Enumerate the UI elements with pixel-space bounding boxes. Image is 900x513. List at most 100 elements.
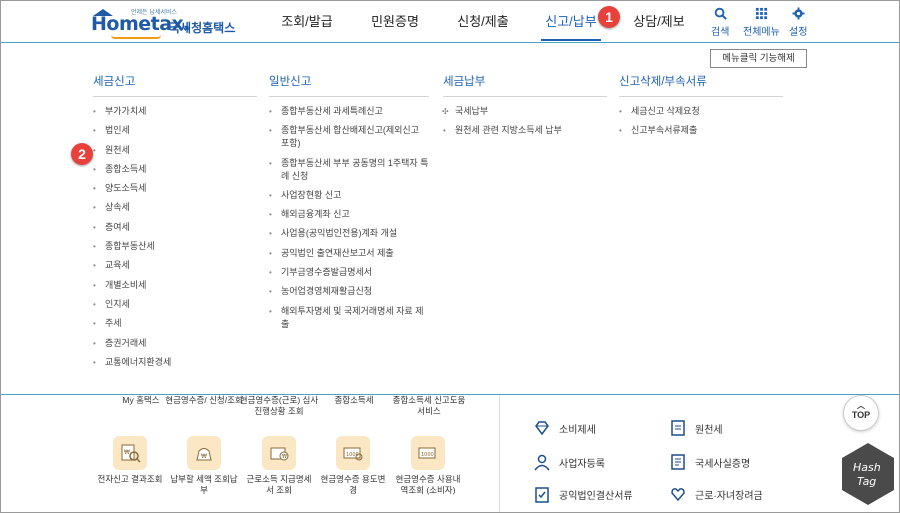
withholding-statement-link[interactable]: ₩ 근로소득 지급명세서 조회 — [244, 436, 314, 496]
menu-item-comprehensive-real-estate-tax[interactable]: 종합부동산세 — [93, 240, 257, 253]
e-filing-result-link[interactable]: ₩ 전자신고 결과조회 — [95, 436, 165, 485]
menu-column-title: 세금신고 — [93, 73, 257, 97]
service-tax-fact-certificate[interactable]: 국세사실증명 — [669, 453, 750, 471]
service-withholding-tax-label: 원천세 — [695, 424, 723, 436]
search-button[interactable]: 검색 — [711, 7, 729, 38]
diamond-icon — [535, 421, 549, 436]
tax-payment-label: 납부할 세액 조회납부 — [170, 474, 238, 495]
service-excise-tax[interactable]: 소비제세 — [533, 419, 596, 437]
menu-column-tax-payment: 세금납부 국세납부 원천세 관련 지방소득세 납부 — [442, 73, 607, 144]
menu-item-capital-gains-tax[interactable]: 양도소득세 — [93, 182, 257, 195]
menu-item-corporate-tax[interactable]: 법인세 — [93, 124, 257, 137]
svg-text:₩: ₩ — [282, 454, 287, 460]
menu-item-inheritance-tax[interactable]: 상속세 — [93, 201, 257, 214]
search-icon — [714, 7, 727, 20]
menu-item-joint-ownership-application[interactable]: 종합부동산세 부부 공동명의 1주택자 특례 신청 — [269, 157, 429, 183]
menu-item-transport-energy-env-tax[interactable]: 교통에너지환경세 — [93, 356, 257, 369]
menu-item-overseas-account-report[interactable]: 해외금융계좌 신고 — [269, 208, 429, 221]
receipt-search-icon: ₩ — [113, 436, 147, 470]
section-divider — [499, 395, 500, 512]
heart-hand-icon — [671, 488, 685, 502]
menu-item-business-account-opening[interactable]: 사업용(공익법인전용)계좌 개설 — [269, 227, 429, 240]
money-bag-icon: ₩ — [187, 436, 221, 470]
menu-item-national-tax-payment[interactable]: 국세납부 — [442, 105, 607, 118]
gnb-item-application[interactable]: 신청/제출 — [439, 1, 527, 43]
menu-item-donation-receipt-statement[interactable]: 기부금영수증발급명세서 — [269, 266, 429, 279]
svg-text:₩: ₩ — [201, 453, 207, 460]
cash-receipt-cut-link[interactable]: 현금영수증/ 신청/조회 — [164, 395, 244, 406]
receipt-usage-change-label: 현금영수증 용도변경 — [320, 474, 386, 495]
receipt-usage-change-link[interactable]: 1000 현금영수증 용도변경 — [318, 436, 388, 496]
review-status-cut-label: 현금영수증(근로) 심사진행상황 조회 — [239, 395, 319, 416]
menu-column-filing-delete-docs: 신고삭제/부속서류 세금신고 삭제요청 신고부속서류제출 — [619, 73, 783, 144]
main-page-background: My 홈택스 현금영수증/ 신청/조회 현금영수증(근로) 심사진행상황 조회 … — [1, 395, 899, 512]
gear-icon — [792, 7, 805, 20]
menu-item-real-estate-exclusion-filing[interactable]: 종합부동산세 합산배제신고(제외신고 포함) — [269, 124, 429, 150]
service-withholding-tax[interactable]: 원천세 — [669, 419, 723, 437]
scroll-top-button[interactable]: ︿ TOP — [843, 395, 879, 431]
menu-item-education-tax[interactable]: 교육세 — [93, 259, 257, 272]
menu-item-farm-fishery-application[interactable]: 농어업경영체재활급신청 — [269, 285, 429, 298]
receipt-history-link[interactable]: 1000 현금영수증 사용내역조회 (소비자) — [393, 436, 463, 496]
menu-item-local-income-tax-payment[interactable]: 원천세 관련 지방소득세 납부 — [443, 124, 607, 137]
gnb-item-consultation[interactable]: 상담/제보 — [615, 1, 703, 43]
filing-help-cut-link[interactable]: 종합소득세 신고도움 서비스 — [389, 395, 469, 417]
menu-column-title: 신고삭제/부속서류 — [619, 73, 783, 97]
review-status-cut-link[interactable]: 현금영수증(근로) 심사진행상황 조회 — [239, 395, 319, 417]
site-header: 언제든 납세서비스 Hometax. 국세청홈택스 조회/발급 민원증명 신청/… — [1, 1, 899, 43]
menu-item-comprehensive-income-tax[interactable]: 종합소득세 — [93, 163, 257, 176]
step-marker-1: 1 — [598, 6, 620, 28]
hashtag-bottom-text: Tag — [857, 475, 876, 488]
menu-item-individual-consumption-tax[interactable]: 개별소비세 — [93, 279, 257, 292]
gnb-item-inquiry[interactable]: 조회/발급 — [263, 1, 351, 43]
menu-item-withholding-tax[interactable]: 원천세 — [93, 144, 257, 157]
certificate-icon — [671, 454, 685, 470]
hometax-logo[interactable]: 언제든 납세서비스 Hometax. 국세청홈택스 — [91, 7, 235, 39]
menu-column-general-filing: 일반신고 종합부동산세 과세특례신고 종합부동산세 합산배제신고(제외신고 포함… — [269, 73, 429, 337]
menu-item-contribution-property-report[interactable]: 공익법인 출연재산보고서 제출 — [269, 247, 429, 260]
scroll-top-label: TOP — [851, 410, 871, 420]
banknote-search-icon: 1000 — [411, 436, 445, 470]
step-marker-2: 2 — [71, 143, 93, 165]
service-earned-income-credit[interactable]: 근로·자녀장려금 — [669, 485, 763, 503]
menu-item-overseas-investment-submission[interactable]: 해외투자명세 및 국제거래명세 자료 제출 — [269, 305, 429, 331]
service-business-registration[interactable]: 사업자등록 — [533, 453, 605, 471]
hashtag-watermark-logo: Hash Tag — [842, 443, 894, 505]
all-menu-button[interactable]: 전체메뉴 — [743, 7, 780, 38]
svg-text:₩: ₩ — [124, 449, 130, 456]
menu-item-supporting-docs-submission[interactable]: 신고부속서류제출 — [619, 124, 783, 137]
menu-item-business-status-report[interactable]: 사업장현황 신고 — [269, 189, 429, 202]
menu-item-filing-delete-request[interactable]: 세금신고 삭제요청 — [619, 105, 783, 118]
all-menu-label: 전체메뉴 — [743, 27, 780, 38]
person-icon — [534, 454, 550, 471]
chevron-up-icon: ︿ — [857, 401, 865, 410]
menu-item-securities-transaction-tax[interactable]: 증권거래세 — [93, 337, 257, 350]
service-business-registration-label: 사업자등록 — [559, 458, 605, 470]
service-nonprofit-settlement-label: 공익법인결산서류 — [559, 490, 633, 502]
menu-item-gift-tax[interactable]: 증여세 — [93, 221, 257, 234]
gnb-item-certificates[interactable]: 민원증명 — [351, 1, 439, 43]
grid-icon — [755, 7, 767, 20]
cash-receipt-cut-label: 현금영수증/ 신청/조회 — [165, 395, 243, 405]
wallet-icon: ₩ — [262, 436, 296, 470]
menu-column-tax-filing: 세금신고 부가가치세 법인세 원천세 종합소득세 양도소득세 상속세 증여세 종… — [93, 73, 257, 375]
menu-column-title: 일반신고 — [269, 73, 429, 97]
service-earned-income-credit-label: 근로·자녀장려금 — [695, 490, 763, 502]
global-navigation: 조회/발급 민원증명 신청/제출 신고/납부 상담/제보 — [263, 1, 703, 43]
e-filing-result-label: 전자신고 결과조회 — [97, 474, 163, 484]
income-tax-cut-link[interactable]: 종합소득세 — [314, 395, 394, 406]
logo-korean: 국세청홈택스 — [169, 21, 236, 35]
menu-item-vat[interactable]: 부가가치세 — [93, 105, 257, 118]
clipboard-check-icon — [535, 487, 549, 503]
menu-click-disable-button[interactable]: 메뉴클릭 기능해제 — [710, 49, 807, 68]
hashtag-top-text: Hash — [853, 461, 881, 474]
logo-swoosh-icon — [111, 35, 161, 39]
menu-item-real-estate-special-filing[interactable]: 종합부동산세 과세특례신고 — [269, 105, 429, 118]
tax-payment-link[interactable]: ₩ 납부할 세액 조회납부 — [169, 436, 239, 496]
settings-button[interactable]: 설정 — [789, 7, 807, 38]
menu-item-stamp-tax[interactable]: 인지세 — [93, 298, 257, 311]
banknote-icon: 1000 — [336, 436, 370, 470]
service-nonprofit-settlement[interactable]: 공익법인결산서류 — [533, 485, 633, 503]
svg-text:1000: 1000 — [421, 452, 434, 458]
menu-item-liquor-tax[interactable]: 주세 — [93, 317, 257, 330]
